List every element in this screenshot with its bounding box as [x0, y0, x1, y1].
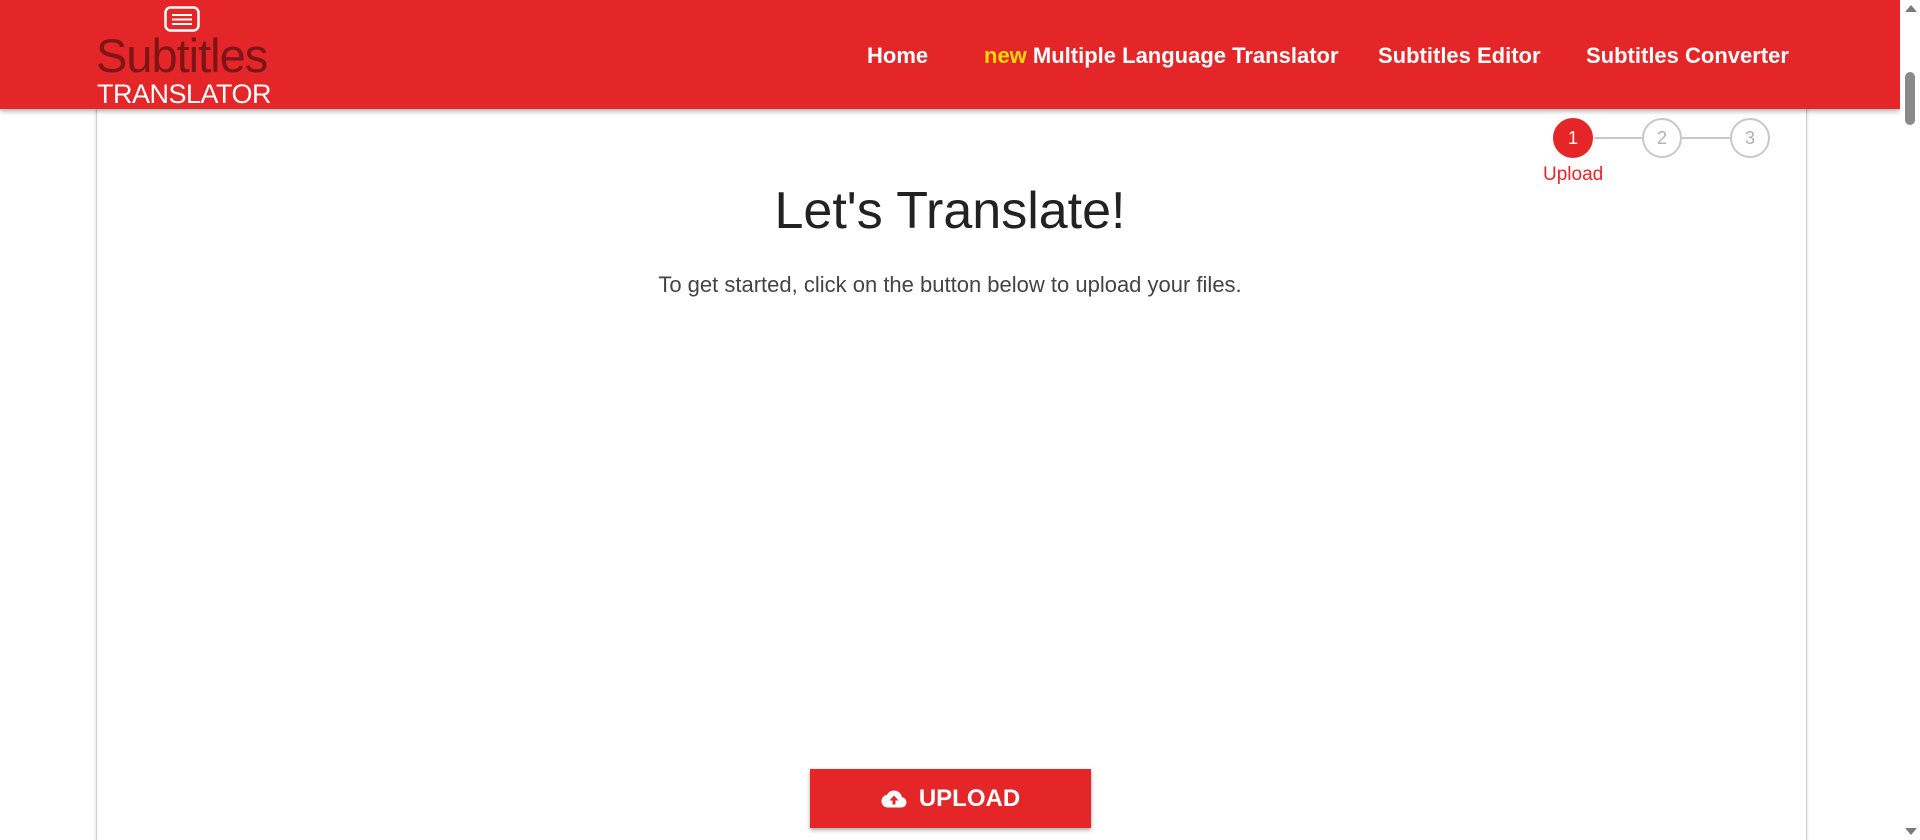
upload-button-label: UPLOAD [918, 784, 1021, 812]
nav-home[interactable]: Home [867, 41, 928, 71]
cloud-upload-icon [881, 790, 907, 807]
scroll-down-arrow-icon[interactable] [1905, 828, 1917, 835]
site-header: Subtitles TRANSLATOR Home new Multiple L… [0, 0, 1900, 109]
nav-multiple-language-translator-label: Multiple Language Translator [1032, 43, 1339, 68]
vertical-scrollbar[interactable] [1900, 0, 1920, 840]
nav-subtitles-converter[interactable]: Subtitles Converter [1586, 41, 1789, 71]
scroll-up-arrow-icon[interactable] [1905, 5, 1917, 12]
step-connector [1682, 137, 1730, 139]
nav-multiple-language-translator[interactable]: new Multiple Language Translator [984, 41, 1339, 71]
step-3-circle: 3 [1730, 118, 1770, 158]
page-description: To get started, click on the button belo… [658, 272, 1242, 297]
step-2-circle: 2 [1642, 118, 1682, 158]
page: Subtitles TRANSLATOR Home new Multiple L… [0, 0, 1920, 840]
logo-subtitle: TRANSLATOR [97, 79, 272, 109]
main-nav: Home new Multiple Language Translator Su… [0, 41, 1900, 71]
step-1-circle: 1 [1553, 118, 1593, 158]
nav-subtitles-editor[interactable]: Subtitles Editor [1378, 41, 1541, 71]
step-connector [1594, 137, 1642, 139]
upload-button[interactable]: UPLOAD [810, 769, 1091, 828]
new-badge: new [984, 43, 1027, 68]
scrollbar-thumb[interactable] [1905, 72, 1915, 125]
page-title: Let's Translate! [774, 182, 1126, 240]
